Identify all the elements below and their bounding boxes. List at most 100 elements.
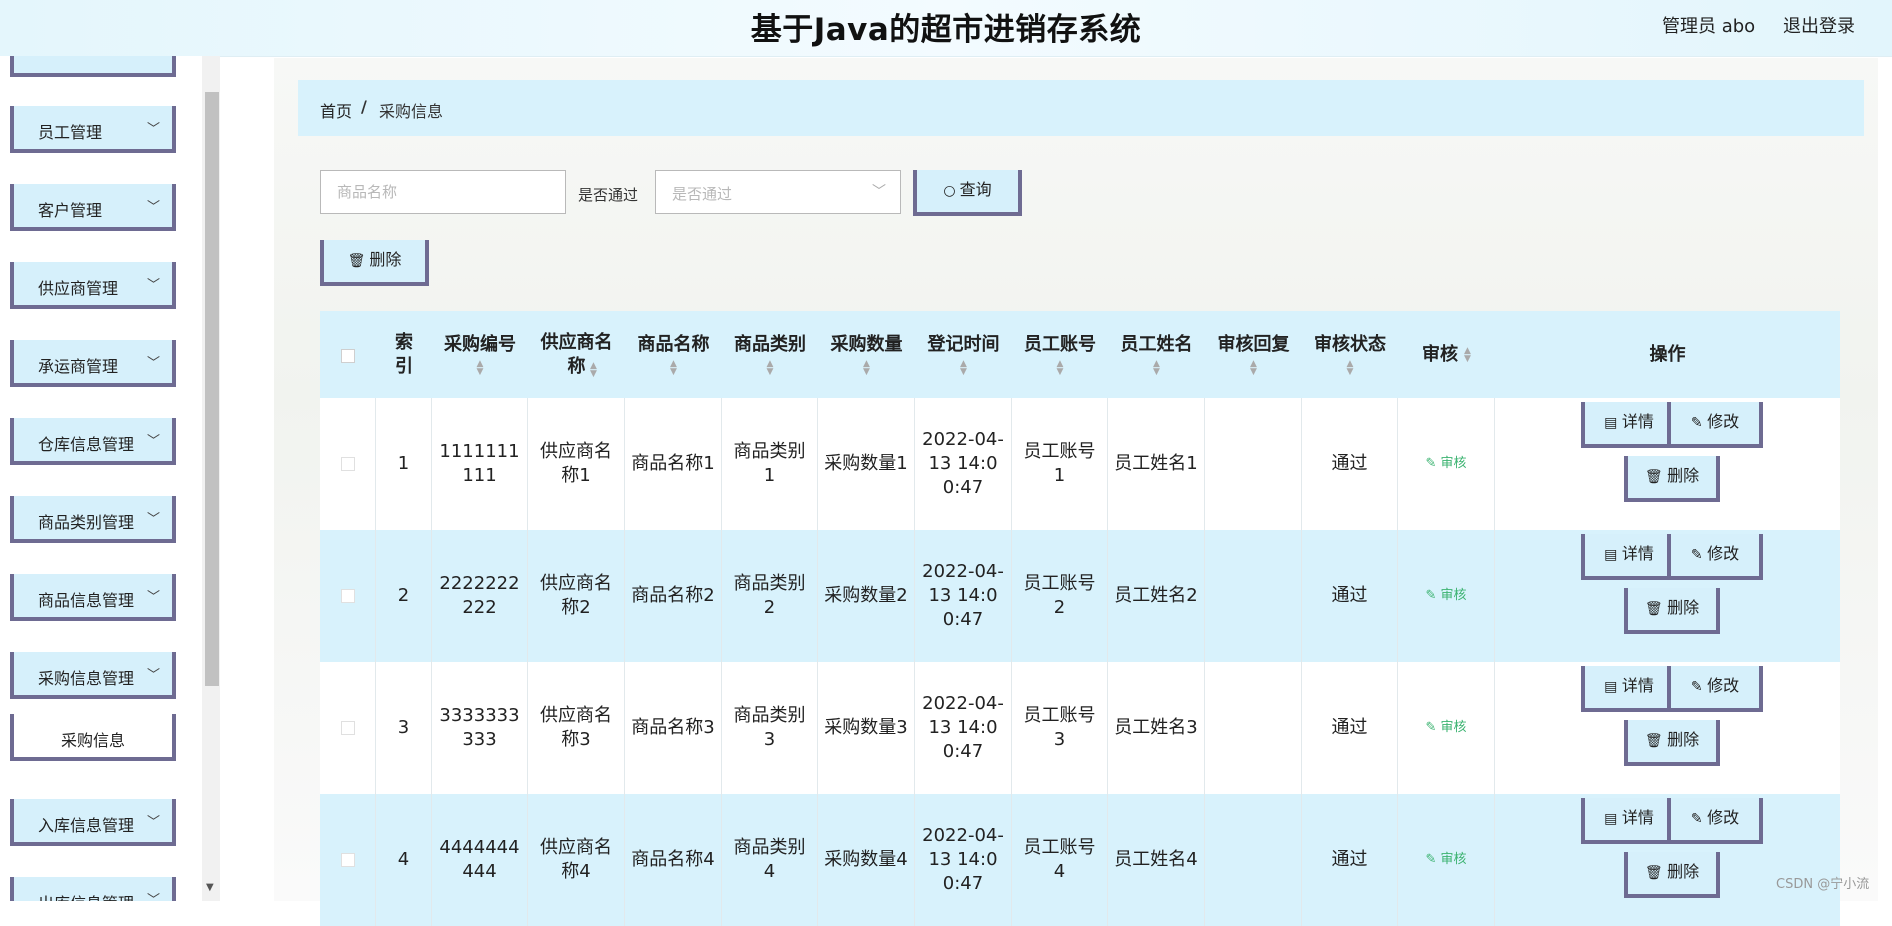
cell-text: 员工账号4 <box>1023 837 1096 882</box>
sidebar-item-partial[interactable] <box>10 56 176 77</box>
detail-button[interactable]: ▤ 详情 <box>1581 402 1677 448</box>
row-checkbox-cell <box>320 398 376 530</box>
column-header-emp-name[interactable]: 员工姓名 ▲ ▼ <box>1108 311 1205 398</box>
cell-text: 商品类别1 <box>733 441 806 486</box>
cell-text: 供应商名称2 <box>540 573 612 618</box>
column-header-label: 商品名称 <box>637 334 710 355</box>
select-all-checkbox[interactable] <box>341 349 355 363</box>
passed-filter-select[interactable]: 是否通过 ﹀ <box>655 170 901 214</box>
column-header-emp-account[interactable]: 员工账号 ▲ ▼ <box>1012 311 1108 398</box>
column-header-product[interactable]: 商品名称 ▲ ▼ <box>625 311 722 398</box>
sort-icon[interactable]: ▲ ▼ <box>863 360 870 377</box>
cell-text: 通过 <box>1331 717 1368 738</box>
passed-filter-placeholder: 是否通过 <box>672 185 733 203</box>
cell-audit: ✎ 审核 <box>1398 794 1495 926</box>
detail-button-label: 详情 <box>1621 676 1654 695</box>
sidebar-item-supplier[interactable]: 供应商管理 ﹀ <box>10 262 176 309</box>
sort-icon[interactable]: ▲ ▼ <box>477 360 484 377</box>
edit-button[interactable]: ✎ 修改 <box>1667 798 1763 844</box>
row-checkbox[interactable] <box>340 457 355 471</box>
cell-purchase-no: 1111111111 <box>432 398 528 530</box>
sort-icon[interactable]: ▲ ▼ <box>960 360 967 377</box>
sort-icon[interactable]: ▲ ▼ <box>1250 360 1257 377</box>
delete-button[interactable]: 🗑 删除 <box>1624 852 1720 898</box>
cell-audit: ✎ 审核 <box>1398 662 1495 794</box>
cell-operations: ▤ 详情 ✎ 修改 🗑 删除 <box>1495 794 1840 926</box>
edit-button[interactable]: ✎ 修改 <box>1667 534 1763 580</box>
detail-button[interactable]: ▤ 详情 <box>1581 534 1677 580</box>
edit-pen-icon: ✎ <box>1690 811 1708 827</box>
column-header-purchase-no[interactable]: 采购编号 ▲ ▼ <box>432 311 528 398</box>
sidebar-item-inbound[interactable]: 入库信息管理 ﹀ <box>10 799 176 846</box>
column-header-audit[interactable]: 审核 ▲ ▼ <box>1398 311 1495 398</box>
edit-button-label: 修改 <box>1707 676 1740 695</box>
sidebar-item-employee[interactable]: 员工管理 ﹀ <box>10 106 176 153</box>
sort-icon[interactable]: ▲ ▼ <box>767 360 774 377</box>
watermark: CSDN @宁小流 <box>1776 877 1870 892</box>
delete-button[interactable]: 🗑 删除 <box>1624 720 1720 766</box>
detail-button[interactable]: ▤ 详情 <box>1581 798 1677 844</box>
column-header-reg-time[interactable]: 登记时间 ▲ ▼ <box>915 311 1012 398</box>
row-checkbox[interactable] <box>340 721 355 735</box>
sort-icon[interactable]: ▲ ▼ <box>1347 360 1354 377</box>
column-header-label: 供应商名称 <box>540 331 613 377</box>
cell-category: 商品类别3 <box>722 662 818 794</box>
sidebar-item-outbound[interactable]: 出库信息管理 ﹀ <box>10 877 176 901</box>
delete-button[interactable]: 🗑 删除 <box>1624 456 1720 502</box>
cell-text: 员工账号3 <box>1023 705 1096 750</box>
sort-icon[interactable]: ▲ ▼ <box>1464 346 1471 363</box>
audit-link[interactable]: ✎ 审核 <box>1425 848 1466 872</box>
sidebar-item-carrier[interactable]: 承运商管理 ﹀ <box>10 340 176 387</box>
sidebar-item-customer[interactable]: 客户管理 ﹀ <box>10 184 176 231</box>
audit-link[interactable]: ✎ 审核 <box>1425 584 1466 608</box>
logout-link[interactable]: 退出登录 <box>1783 12 1855 38</box>
sort-icon[interactable]: ▲ ▼ <box>670 360 677 377</box>
detail-button[interactable]: ▤ 详情 <box>1581 666 1677 712</box>
sort-icon[interactable]: ▲ ▼ <box>1153 360 1160 377</box>
sidebar-item-warehouse[interactable]: 仓库信息管理 ﹀ <box>10 418 176 465</box>
batch-delete-button[interactable]: 🗑 删除 <box>320 240 429 286</box>
document-icon: ▤ <box>1604 679 1622 695</box>
audit-link[interactable]: ✎ 审核 <box>1425 716 1466 740</box>
breadcrumb-home[interactable]: 首页 <box>320 98 352 122</box>
cell-reply <box>1205 530 1302 662</box>
cell-index: 3 <box>376 662 432 794</box>
scroll-down-arrow-icon[interactable]: ▼ <box>206 882 214 893</box>
sidebar-scrollbar-thumb[interactable] <box>205 92 219 686</box>
delete-button[interactable]: 🗑 删除 <box>1624 588 1720 634</box>
edit-button[interactable]: ✎ 修改 <box>1667 666 1763 712</box>
query-button-label: 查询 <box>959 180 992 199</box>
cell-text: 商品名称1 <box>631 453 715 474</box>
row-checkbox[interactable] <box>340 853 355 867</box>
column-header-reply[interactable]: 审核回复 ▲ ▼ <box>1205 311 1302 398</box>
column-header-label: 采购数量 <box>830 334 903 355</box>
column-header-status[interactable]: 审核状态 ▲ ▼ <box>1302 311 1398 398</box>
column-header-category[interactable]: 商品类别 ▲ ▼ <box>722 311 818 398</box>
product-name-search-input[interactable] <box>320 170 566 214</box>
sidebar-subitem-purchase-info[interactable]: 采购信息 <box>10 714 176 761</box>
column-header-qty[interactable]: 采购数量 ▲ ▼ <box>818 311 915 398</box>
cell-text: 商品名称2 <box>631 585 715 606</box>
sidebar-item-label: 承运商管理 <box>38 357 119 376</box>
column-header-supplier[interactable]: 供应商名称 ▲ ▼ <box>528 311 625 398</box>
cell-operations: ▤ 详情 ✎ 修改 🗑 删除 <box>1495 662 1840 794</box>
query-button[interactable]: ○ 查询 <box>913 170 1022 216</box>
audit-link-label: 审核 <box>1440 852 1467 867</box>
edit-button-label: 修改 <box>1707 808 1740 827</box>
sidebar-item-product[interactable]: 商品信息管理 ﹀ <box>10 574 176 621</box>
sidebar-item-purchase[interactable]: 采购信息管理 ﹀ <box>10 652 176 699</box>
chevron-down-icon: ﹀ <box>146 512 160 527</box>
sort-icon[interactable]: ▲ ▼ <box>1057 360 1064 377</box>
passed-filter-label: 是否通过 <box>578 186 639 204</box>
audit-link[interactable]: ✎ 审核 <box>1425 452 1466 476</box>
cell-text: 采购数量2 <box>824 585 908 606</box>
row-checkbox[interactable] <box>340 589 355 603</box>
sort-icon[interactable]: ▲ ▼ <box>590 362 597 379</box>
cell-index: 1 <box>376 398 432 530</box>
edit-button[interactable]: ✎ 修改 <box>1667 402 1763 448</box>
cell-text: 采购数量3 <box>824 717 908 738</box>
sidebar-item-category[interactable]: 商品类别管理 ﹀ <box>10 496 176 543</box>
cell-operations: ▤ 详情 ✎ 修改 🗑 删除 <box>1495 530 1840 662</box>
cell-supplier: 供应商名称3 <box>528 662 625 794</box>
edit-pen-icon: ✎ <box>1425 720 1441 735</box>
